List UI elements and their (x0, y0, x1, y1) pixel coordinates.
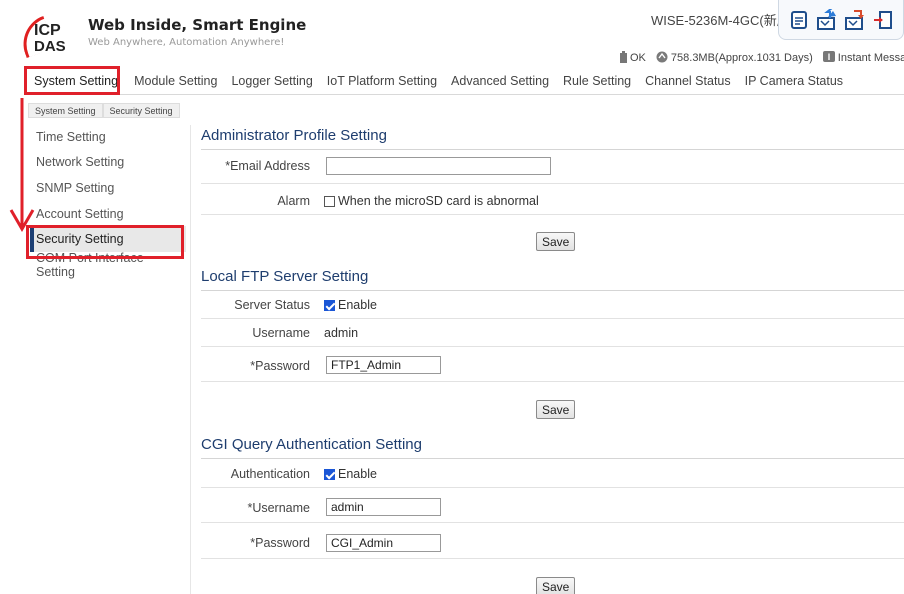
alarm-checkbox[interactable] (324, 195, 335, 207)
status-bar: OK 758.3MB(Approx.1031 Days) I Instant M… (620, 50, 904, 66)
instant-message-text: Instant Message (837, 52, 904, 64)
row-divider (201, 346, 904, 347)
tab-logger-setting[interactable]: Logger Setting (224, 74, 319, 88)
ftp-username-label: Username (252, 326, 310, 340)
tab-module-setting[interactable]: Module Setting (127, 74, 224, 88)
authentication-checkbox[interactable] (324, 468, 335, 480)
cgi-username-field[interactable] (326, 498, 441, 516)
server-status-checkbox[interactable] (324, 299, 335, 311)
cgi-password-field[interactable] (326, 534, 441, 552)
brand-title: Web Inside, Smart Engine (88, 16, 307, 34)
upload-icon[interactable] (816, 8, 838, 31)
sidebar-item-time-setting[interactable]: Time Setting (30, 124, 186, 150)
cgi-username-label: *Username (247, 501, 310, 515)
alarm-label: Alarm (277, 194, 310, 208)
storage-status: 758.3MB(Approx.1031 Days) (656, 51, 813, 66)
red-arrow-icon (9, 98, 35, 232)
document-icon[interactable] (788, 9, 810, 31)
system-setting-highlight (24, 66, 120, 95)
ftp-section-line (201, 290, 904, 291)
storage-text: 758.3MB(Approx.1031 Days) (670, 52, 813, 64)
logout-icon[interactable] (872, 9, 894, 31)
breadcrumb-item-system-setting[interactable]: System Setting (28, 103, 103, 118)
tab-iot-platform-setting[interactable]: IoT Platform Setting (320, 74, 444, 88)
row-divider (201, 214, 904, 215)
row-divider (201, 183, 904, 184)
ftp-username-value: admin (324, 326, 359, 340)
icpdas-logo: ICP DAS (15, 15, 76, 59)
top-nav: System Setting Module Setting Logger Set… (26, 70, 850, 92)
ftp-password-field[interactable] (326, 356, 441, 374)
sidebar-item-network-setting[interactable]: Network Setting (30, 150, 186, 176)
battery-text: OK (630, 52, 646, 64)
header: ICP DAS Web Inside, Smart Engine Web Any… (0, 0, 904, 95)
admin-section-line (201, 149, 904, 150)
logo-bottom-text: DAS (34, 38, 66, 55)
email-field[interactable] (326, 157, 551, 175)
sidebar-item-snmp-setting[interactable]: SNMP Setting (30, 175, 186, 201)
row-divider (201, 558, 904, 559)
security-setting-highlight (26, 225, 184, 259)
alarm-checkbox-group[interactable]: When the microSD card is abnormal (324, 194, 539, 208)
battery-icon (620, 50, 627, 66)
ftp-save-button[interactable]: Save (536, 400, 576, 419)
nav-divider (26, 94, 904, 95)
authentication-label: Authentication (230, 467, 310, 481)
tool-panel (778, 0, 904, 40)
row-divider (201, 522, 904, 523)
email-label: *Email Address (225, 159, 310, 173)
download-icon[interactable] (844, 9, 866, 31)
tab-ip-camera-status[interactable]: IP Camera Status (738, 74, 850, 88)
message-icon: I (822, 51, 835, 65)
sidebar-item-account-setting[interactable]: Account Setting (30, 201, 186, 227)
cgi-section-title: CGI Query Authentication Setting (201, 436, 422, 453)
cgi-section-line (201, 458, 904, 459)
battery-status: OK (620, 50, 646, 66)
tab-channel-status[interactable]: Channel Status (638, 74, 737, 88)
server-status-label: Server Status (234, 298, 310, 312)
sidebar-divider (190, 125, 191, 594)
row-divider (201, 487, 904, 488)
alarm-option-label: When the microSD card is abnormal (338, 194, 539, 208)
instant-message-link[interactable]: I Instant Message (822, 51, 904, 65)
brand-subtitle: Web Anywhere, Automation Anywhere! (88, 37, 285, 48)
breadcrumb-item-security-setting[interactable]: Security Setting (102, 103, 180, 118)
admin-section-title: Administrator Profile Setting (201, 127, 387, 144)
cgi-password-label: *Password (250, 536, 310, 550)
device-name: WISE-5236M-4GC(新店) (651, 13, 795, 28)
authentication-option: Enable (338, 467, 377, 481)
server-status-checkbox-group[interactable]: Enable (324, 298, 377, 312)
server-status-option: Enable (338, 298, 377, 312)
cgi-save-button[interactable]: Save (536, 577, 576, 594)
sd-card-icon (656, 51, 668, 66)
authentication-checkbox-group[interactable]: Enable (324, 467, 377, 481)
admin-save-button[interactable]: Save (536, 232, 576, 251)
row-divider (201, 318, 904, 319)
ftp-password-label: *Password (250, 359, 310, 373)
row-divider (201, 381, 904, 382)
tab-rule-setting[interactable]: Rule Setting (556, 74, 638, 88)
svg-text:I: I (828, 52, 831, 62)
breadcrumb: System Setting Security Setting (28, 103, 180, 118)
ftp-section-title: Local FTP Server Setting (201, 268, 369, 285)
tab-advanced-setting[interactable]: Advanced Setting (444, 74, 556, 88)
